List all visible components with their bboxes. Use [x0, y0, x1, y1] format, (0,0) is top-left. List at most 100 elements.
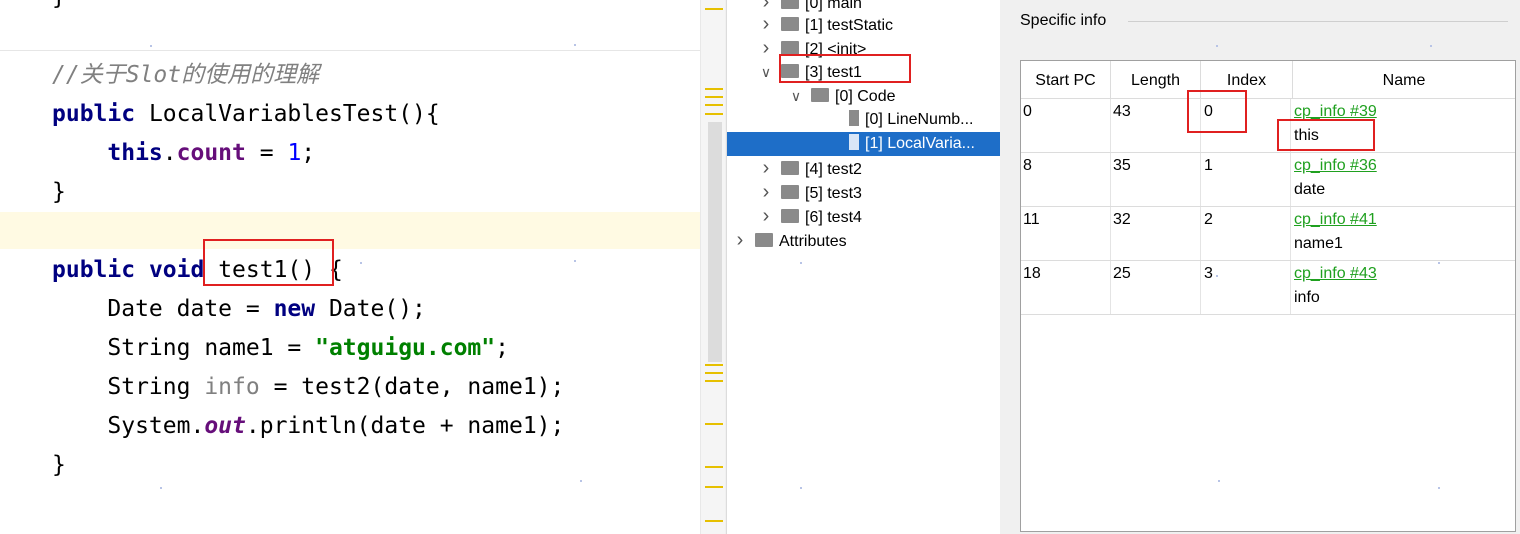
gutter-mark: [705, 113, 723, 115]
chevron-right-icon[interactable]: ›: [733, 228, 747, 252]
code-token: //关于Slot的使用的理解: [52, 62, 320, 88]
cell-index: 3: [1204, 265, 1213, 282]
chevron-right-icon[interactable]: ›: [759, 180, 773, 204]
code-token: ;: [301, 140, 316, 166]
code-line: Date date = new Date();: [52, 290, 426, 329]
code-token: out: [204, 413, 246, 439]
watermark-dot: [150, 45, 152, 47]
class-structure-tree[interactable]: › [0] main › [1] testStatic › [2] <init> ∨ [3] …: [726, 0, 1001, 534]
watermark-dot: [1216, 45, 1218, 47]
watermark-dot: [580, 480, 582, 482]
code-editor[interactable]: } //关于Slot的使用的理解 public LocalVariablesTest…: [0, 0, 700, 534]
document-icon: [849, 110, 859, 126]
tree-node[interactable]: ∨ [3] test1: [759, 60, 862, 84]
cp-info-link[interactable]: cp_info #43: [1294, 265, 1377, 283]
chevron-right-icon[interactable]: ›: [759, 156, 773, 180]
tree-node-label: [0] Code: [835, 88, 896, 105]
cell-name: this: [1294, 127, 1319, 144]
watermark-dot: [1218, 480, 1220, 482]
cp-info-link[interactable]: cp_info #36: [1294, 157, 1377, 175]
tree-node[interactable]: › [4] test2: [759, 156, 862, 180]
tree-node-label: [4] test2: [805, 161, 862, 178]
column-header-start-pc[interactable]: Start PC: [1021, 61, 1111, 99]
local-variable-table[interactable]: Start PC Length Index Name 0 43 0 cp_info #…: [1020, 60, 1516, 532]
code-line: String name1 = "atguigu.com";: [52, 329, 509, 368]
current-line-highlight: [0, 212, 700, 249]
code-line: //关于Slot的使用的理解: [52, 56, 319, 95]
tree-node[interactable]: [1] LocalVaria...: [727, 132, 1001, 156]
code-token: void: [148, 257, 205, 283]
code-token: new: [273, 296, 316, 322]
column-header-index[interactable]: Index: [1201, 61, 1293, 99]
gutter-mark: [705, 8, 723, 10]
gutter-mark: [705, 104, 723, 106]
chevron-right-icon[interactable]: ›: [759, 204, 773, 228]
cp-info-link[interactable]: cp_info #41: [1294, 211, 1377, 229]
code-token: Date date =: [52, 296, 274, 322]
code-line: public LocalVariablesTest(){: [52, 95, 440, 134]
code-token: public: [52, 101, 136, 127]
tree-node-label: [0] LineNumb...: [865, 111, 974, 128]
code-token: this: [107, 140, 163, 166]
row-divider: [1021, 260, 1515, 261]
watermark-dot: [1438, 487, 1440, 489]
tree-node[interactable]: › Attributes: [733, 228, 847, 252]
folder-icon: [781, 0, 799, 9]
tree-node[interactable]: › [1] testStatic: [759, 12, 893, 36]
folder-icon: [781, 209, 799, 223]
watermark-dot: [1216, 275, 1218, 277]
scrollbar-thumb[interactable]: [708, 122, 722, 362]
tree-node[interactable]: ∨ [0] Code: [789, 84, 895, 108]
cell-index: 1: [1204, 157, 1213, 174]
code-line: }: [52, 173, 66, 212]
cell-name: name1: [1294, 235, 1343, 252]
tree-node-label: [5] test3: [805, 185, 862, 202]
cell-start-pc: 0: [1023, 103, 1032, 120]
code-line: public void test1() {: [52, 251, 343, 290]
watermark-dot: [1430, 45, 1432, 47]
chevron-down-icon[interactable]: ∨: [789, 84, 803, 108]
chevron-down-icon[interactable]: ∨: [759, 60, 773, 84]
code-token: String: [52, 374, 205, 400]
code-line: this.count = 1;: [52, 134, 315, 173]
code-token: }: [52, 0, 66, 10]
tree-node[interactable]: [0] LineNumb...: [849, 108, 974, 132]
tree-node[interactable]: › [5] test3: [759, 180, 862, 204]
highlight-box-this: [1277, 119, 1375, 151]
gutter-mark: [705, 372, 723, 374]
watermark-dot: [800, 262, 802, 264]
chevron-right-icon[interactable]: ›: [759, 12, 773, 36]
folder-icon: [811, 88, 829, 102]
cp-info-link[interactable]: cp_info #39: [1294, 103, 1377, 121]
cell-index: 0: [1204, 103, 1213, 120]
code-token: test1() {: [204, 257, 343, 283]
code-token: "atguigu.com": [315, 335, 496, 361]
cell-index: 2: [1204, 211, 1213, 228]
folder-icon: [781, 17, 799, 31]
code-token: ;: [495, 335, 509, 361]
tree-node[interactable]: › [2] <init>: [759, 36, 867, 60]
tree-node-label: [6] test4: [805, 209, 862, 226]
code-token: }: [52, 179, 66, 205]
tree-node-label: [1] testStatic: [805, 17, 894, 34]
code-token: = test2(date, name1);: [259, 374, 565, 400]
cell-length: 32: [1113, 211, 1131, 228]
cell-length: 43: [1113, 103, 1131, 120]
code-token: public: [52, 257, 136, 283]
chevron-right-icon[interactable]: ›: [759, 36, 773, 60]
code-token: .println(date + name1);: [245, 413, 565, 439]
column-header-name[interactable]: Name: [1293, 61, 1515, 99]
specific-info-title: Specific info: [1020, 12, 1107, 29]
tree-node[interactable]: › [6] test4: [759, 204, 862, 228]
column-divider: [1200, 99, 1201, 315]
gutter-mark: [705, 423, 723, 425]
cell-start-pc: 11: [1023, 211, 1040, 228]
watermark-dot: [1438, 262, 1440, 264]
cell-name: date: [1294, 181, 1326, 198]
code-token: =: [245, 140, 288, 166]
column-header-length[interactable]: Length: [1111, 61, 1201, 99]
cell-start-pc: 8: [1023, 157, 1032, 174]
row-divider: [1021, 314, 1515, 315]
